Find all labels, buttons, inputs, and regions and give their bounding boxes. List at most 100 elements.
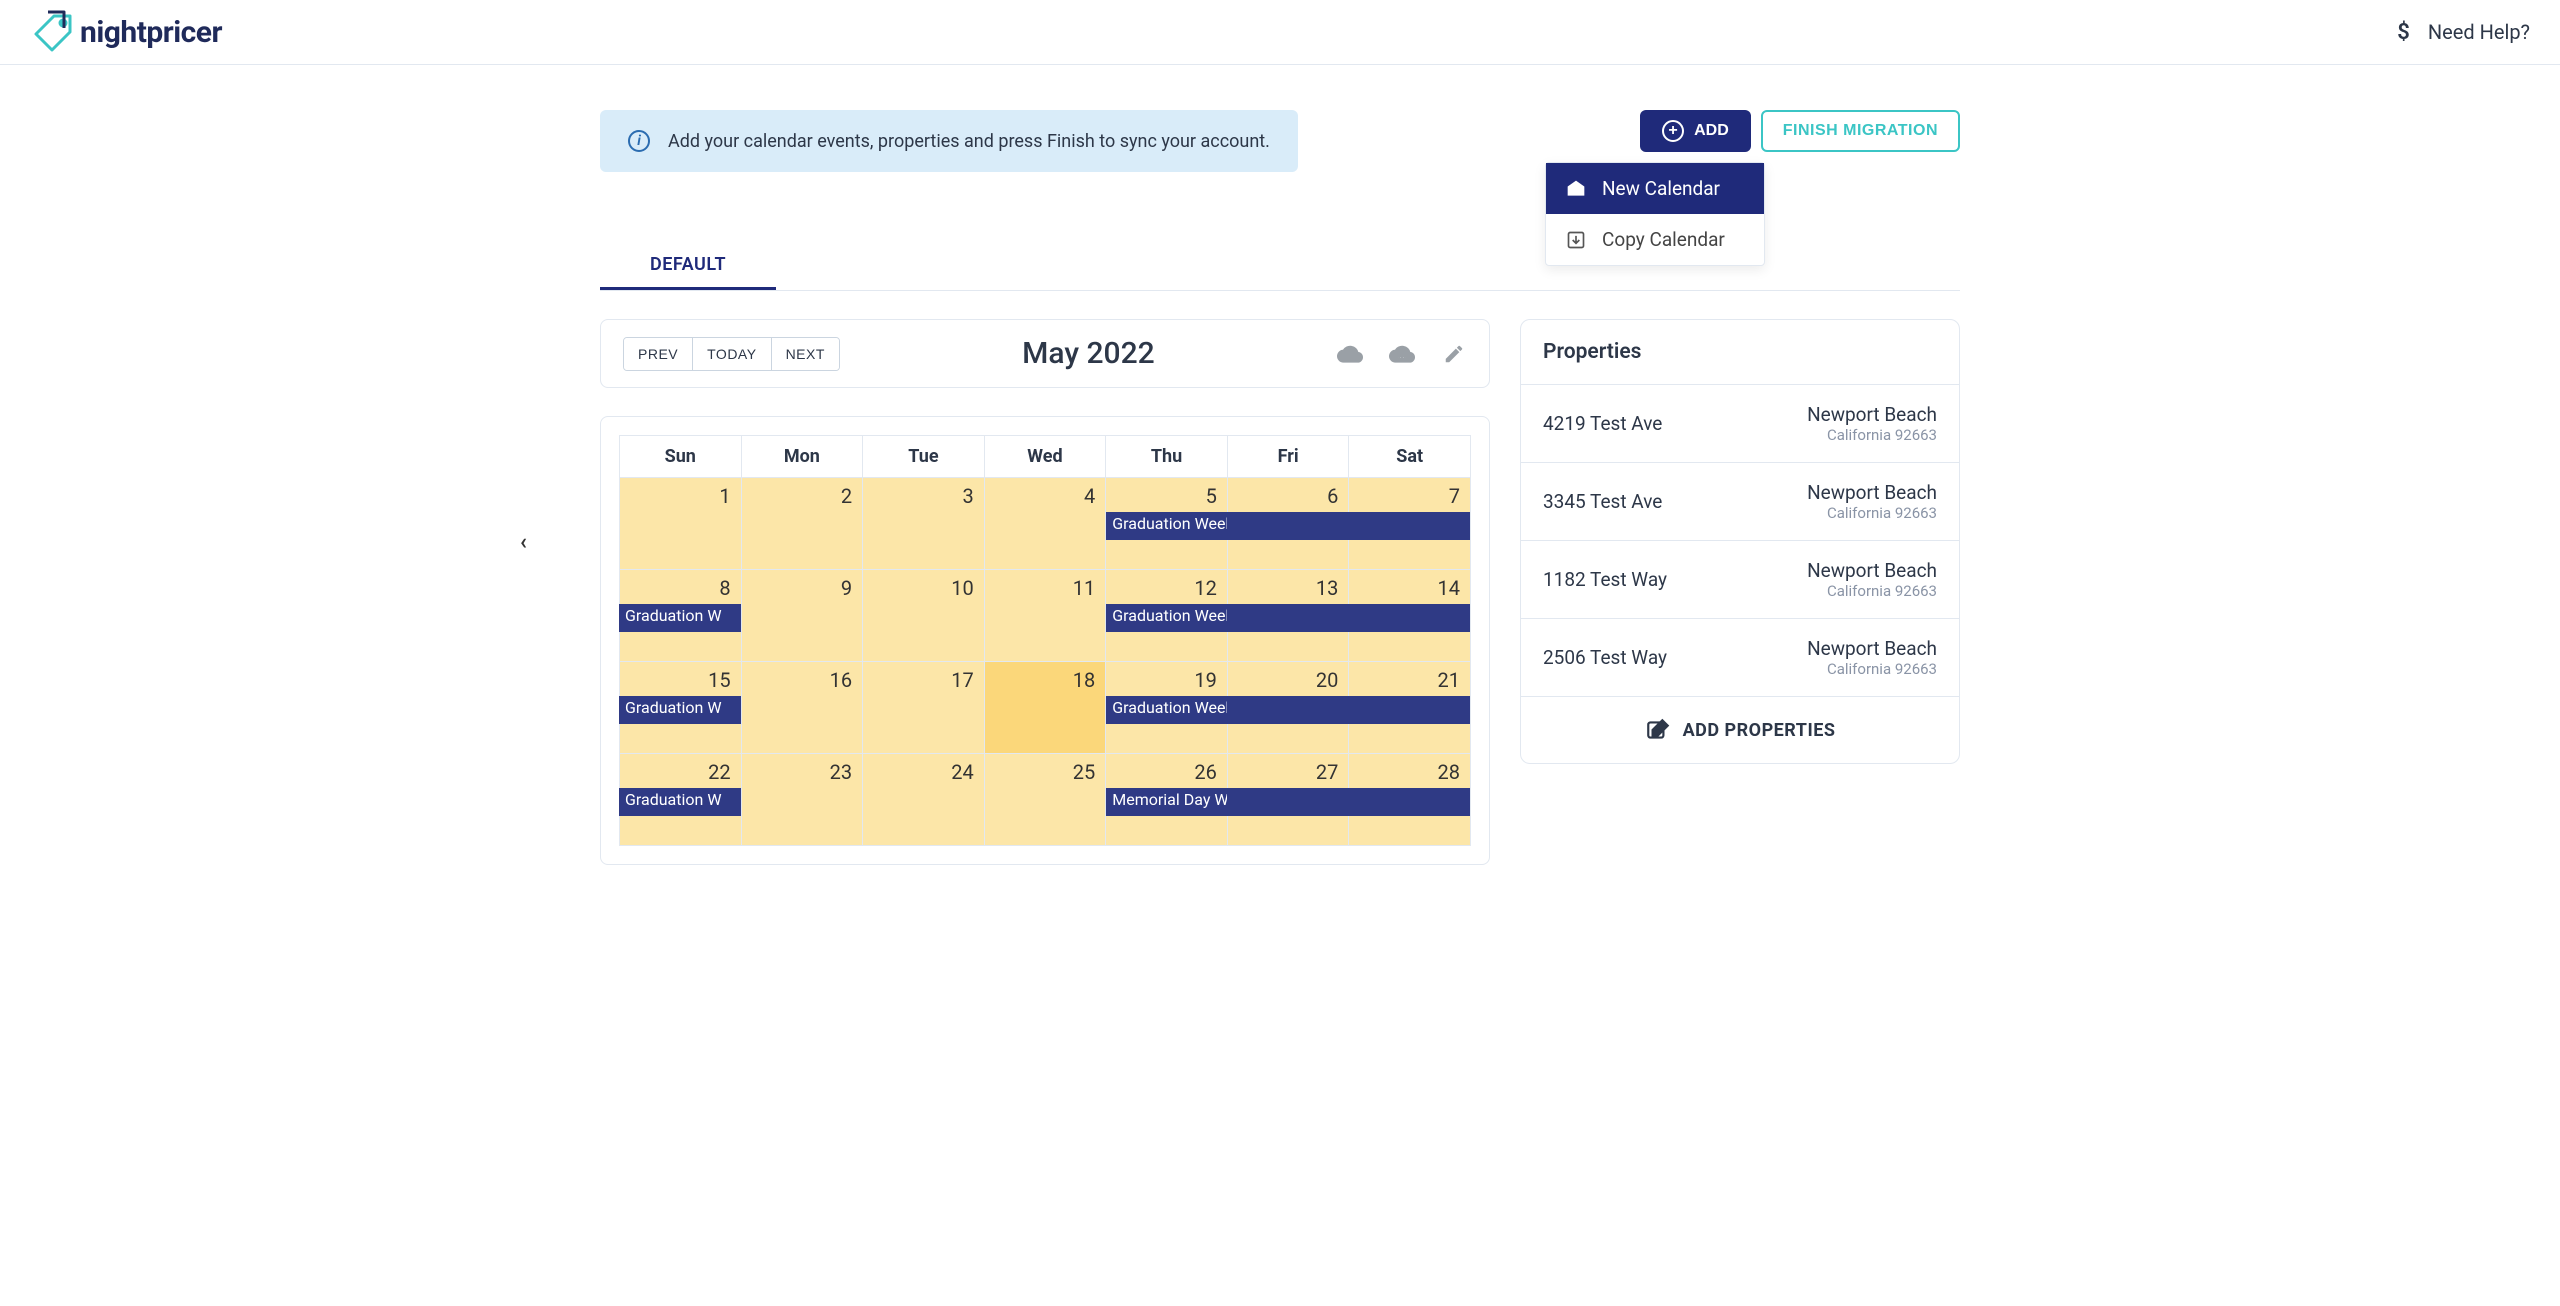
top-right: $ Need Help? bbox=[2397, 20, 2530, 45]
property-row[interactable]: 1182 Test WayNewport BeachCalifornia 926… bbox=[1521, 540, 1959, 618]
info-text: Add your calendar events, properties and… bbox=[668, 131, 1270, 152]
calendar-day-cell[interactable]: 14 bbox=[1349, 570, 1471, 662]
today-button[interactable]: TODAY bbox=[693, 338, 771, 370]
calendar-day-cell[interactable]: 18 bbox=[984, 662, 1106, 754]
day-number: 19 bbox=[1194, 668, 1216, 692]
calendar-day-cell[interactable]: 1 bbox=[620, 478, 742, 570]
calendar-event-bar[interactable] bbox=[1348, 512, 1470, 540]
calendar-day-cell[interactable]: 28 bbox=[1349, 754, 1471, 846]
calendar-event-bar[interactable] bbox=[1227, 512, 1350, 540]
calendar-event-bar[interactable] bbox=[1227, 696, 1350, 724]
calendar-day-cell[interactable]: 13 bbox=[1227, 570, 1349, 662]
property-row[interactable]: 3345 Test AveNewport BeachCalifornia 926… bbox=[1521, 462, 1959, 540]
dow-sun: Sun bbox=[620, 436, 742, 478]
day-number: 18 bbox=[1073, 668, 1095, 692]
calendar-day-cell[interactable]: 10 bbox=[863, 570, 985, 662]
calendar-day-cell[interactable]: 5 Graduation Weekend '22 #1 bbox=[1106, 478, 1228, 570]
dow-fri: Fri bbox=[1227, 436, 1349, 478]
calendar-day-cell[interactable]: 17 bbox=[863, 662, 985, 754]
day-number: 5 bbox=[1206, 484, 1217, 508]
calendar-day-cell[interactable]: 3 bbox=[863, 478, 985, 570]
calendar-day-cell[interactable]: 19 Graduation Weekend '22 #3 bbox=[1106, 662, 1228, 754]
day-number: 24 bbox=[951, 760, 973, 784]
property-city: Newport Beach bbox=[1807, 637, 1937, 660]
calendar-day-cell[interactable]: 25 bbox=[984, 754, 1106, 846]
property-city: Newport Beach bbox=[1807, 403, 1937, 426]
calendar-event-bar[interactable]: Graduation W bbox=[619, 788, 741, 816]
property-row[interactable]: 4219 Test Ave Newport BeachCalifornia 926… bbox=[1521, 384, 1959, 462]
calendar-week-row: 8Graduation W 9 10 11 12Graduation Weekend '… bbox=[620, 570, 1471, 662]
tag-icon bbox=[30, 10, 74, 54]
collapse-sidebar-icon[interactable]: ‹ bbox=[520, 530, 527, 555]
calendar-grid: Sun Mon Tue Wed Thu Fri Sat 12345Graduat… bbox=[619, 435, 1471, 846]
calendar-event-bar[interactable]: Graduation Weekend '22 #2 bbox=[1106, 604, 1228, 632]
calendar-event-bar[interactable]: Graduation W bbox=[619, 696, 741, 724]
calendar-day-cell[interactable]: 20 bbox=[1227, 662, 1349, 754]
property-location: Newport BeachCalifornia 92663 bbox=[1807, 481, 1937, 522]
property-location: Newport BeachCalifornia 92663 bbox=[1807, 637, 1937, 678]
calendar-title: May 2022 bbox=[1022, 336, 1155, 371]
properties-title: Properties bbox=[1521, 320, 1959, 384]
prev-button[interactable]: PREV bbox=[624, 338, 693, 370]
edit-icon[interactable] bbox=[1441, 341, 1467, 367]
calendar-day-cell[interactable]: 2 bbox=[741, 478, 863, 570]
calendar-day-cell[interactable]: 23 bbox=[741, 754, 863, 846]
dropdown-copy-calendar[interactable]: Copy Calendar bbox=[1546, 214, 1764, 265]
calendar-actions bbox=[1337, 341, 1467, 367]
calendar-event-bar[interactable]: Memorial Day Weekend '21 bbox=[1106, 788, 1228, 816]
calendar-event-bar[interactable] bbox=[1348, 788, 1470, 816]
logo[interactable]: nightpricer bbox=[30, 10, 222, 54]
calendar-event-bar[interactable]: Graduation W bbox=[619, 604, 741, 632]
add-properties-button[interactable]: ADD PROPERTIES bbox=[1521, 696, 1959, 763]
day-number: 11 bbox=[1073, 576, 1095, 600]
dropdown-new-calendar[interactable]: New Calendar bbox=[1546, 163, 1764, 214]
currency-icon[interactable]: $ bbox=[2397, 20, 2410, 45]
calendar-day-cell[interactable]: 6 bbox=[1227, 478, 1349, 570]
add-button[interactable]: + ADD bbox=[1640, 110, 1751, 152]
plus-icon: + bbox=[1662, 120, 1684, 142]
add-dropdown: New Calendar Copy Calendar bbox=[1545, 162, 1765, 266]
calendar-day-cell[interactable]: 21 bbox=[1349, 662, 1471, 754]
calendar-event-bar[interactable]: Graduation Weekend '22 #3 bbox=[1106, 696, 1228, 724]
finish-migration-button[interactable]: FINISH MIGRATION bbox=[1761, 110, 1960, 152]
cloud-download-icon[interactable] bbox=[1389, 341, 1415, 367]
calendar-event-bar[interactable]: Graduation Weekend '22 #1 bbox=[1106, 512, 1228, 540]
calendar-day-cell[interactable]: 15Graduation W bbox=[620, 662, 742, 754]
calendar-day-cell[interactable]: 7 bbox=[1349, 478, 1471, 570]
calendar-day-cell[interactable]: 22Graduation W bbox=[620, 754, 742, 846]
property-location: Newport BeachCalifornia 92663 bbox=[1807, 403, 1937, 444]
calendar-day-cell[interactable]: 16 bbox=[741, 662, 863, 754]
property-row[interactable]: 2506 Test WayNewport BeachCalifornia 926… bbox=[1521, 618, 1959, 696]
property-region: California 92663 bbox=[1807, 426, 1937, 444]
calendar-event-bar[interactable] bbox=[1348, 696, 1470, 724]
download-box-icon bbox=[1566, 230, 1586, 250]
day-number: 3 bbox=[962, 484, 973, 508]
calendar-day-cell[interactable]: 11 bbox=[984, 570, 1106, 662]
dow-mon: Mon bbox=[741, 436, 863, 478]
calendar-day-cell[interactable]: 26 Memorial Day Weekend '21 bbox=[1106, 754, 1228, 846]
help-link[interactable]: Need Help? bbox=[2428, 20, 2530, 44]
cloud-upload-icon[interactable] bbox=[1337, 341, 1363, 367]
day-number: 10 bbox=[951, 576, 973, 600]
calendar-day-cell[interactable]: 4 bbox=[984, 478, 1106, 570]
add-properties-label: ADD PROPERTIES bbox=[1683, 720, 1836, 741]
day-number: 1 bbox=[719, 484, 730, 508]
property-name: 4219 Test Ave bbox=[1543, 412, 1662, 435]
calendar-event-bar[interactable] bbox=[1227, 604, 1350, 632]
calendar-day-cell[interactable]: 12Graduation Weekend '22 #2 bbox=[1106, 570, 1228, 662]
top-bar: nightpricer $ Need Help? bbox=[0, 0, 2560, 65]
calendar-day-cell[interactable]: 8Graduation W bbox=[620, 570, 742, 662]
property-region: California 92663 bbox=[1807, 504, 1937, 522]
calendar-day-cell[interactable]: 9 bbox=[741, 570, 863, 662]
info-icon: i bbox=[628, 130, 650, 152]
day-number: 7 bbox=[1449, 484, 1460, 508]
day-number: 9 bbox=[841, 576, 852, 600]
calendar-event-bar[interactable] bbox=[1227, 788, 1350, 816]
calendar-event-bar[interactable] bbox=[1348, 604, 1470, 632]
day-number: 26 bbox=[1194, 760, 1216, 784]
tab-default[interactable]: DEFAULT bbox=[600, 242, 776, 290]
calendar-day-cell[interactable]: 27 bbox=[1227, 754, 1349, 846]
day-number: 23 bbox=[830, 760, 852, 784]
next-button[interactable]: NEXT bbox=[772, 338, 839, 370]
calendar-day-cell[interactable]: 24 bbox=[863, 754, 985, 846]
